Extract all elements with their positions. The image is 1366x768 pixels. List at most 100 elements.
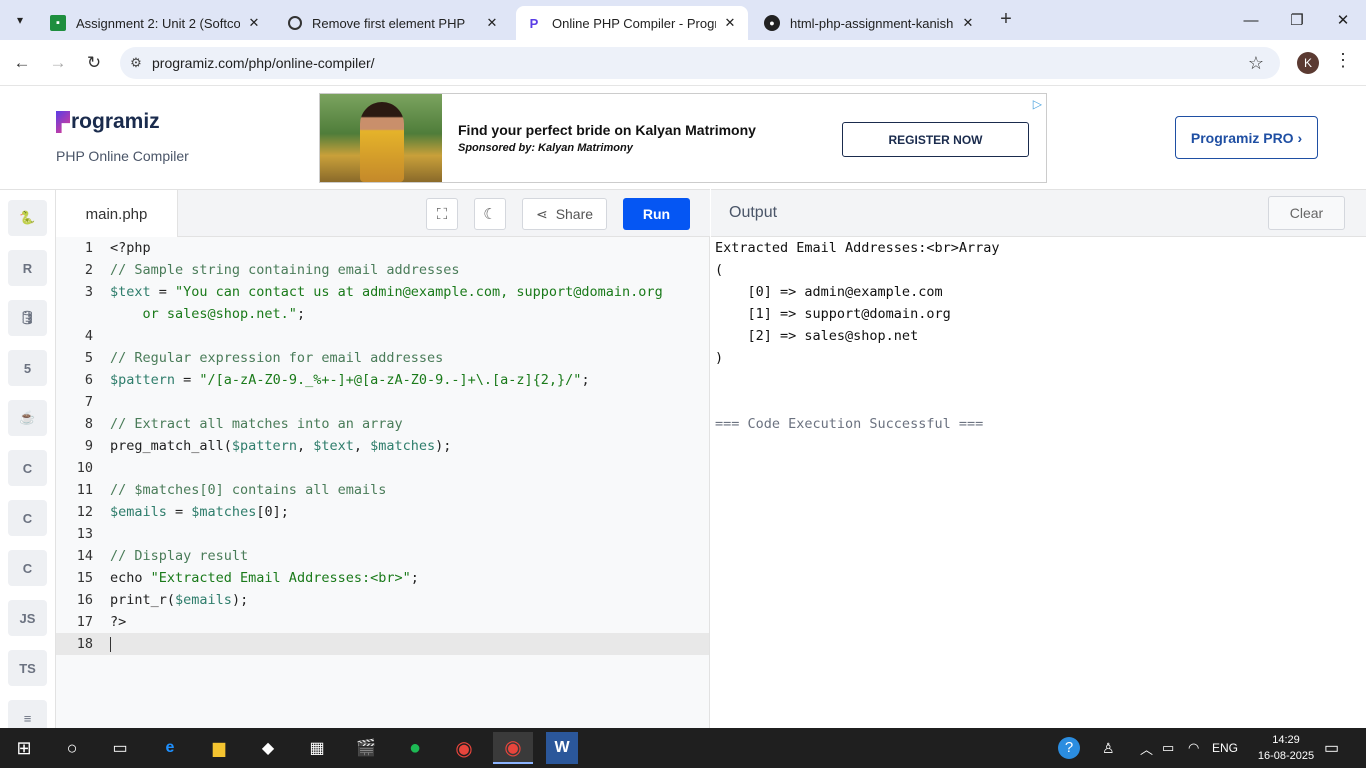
code-line[interactable]: 9 preg_match_all($pattern, $text, $matche… xyxy=(56,435,709,457)
output-title: Output xyxy=(729,204,778,221)
help-icon[interactable]: ? xyxy=(1058,728,1080,768)
programiz-logo-mark-icon xyxy=(56,111,70,133)
language-sidebar: 🐍 R 🛢 5 ☕ C C C JS TS ≡ xyxy=(0,189,56,728)
line-number: 18 xyxy=(76,636,93,652)
go-icon[interactable]: ≡ xyxy=(8,700,47,728)
java-icon[interactable]: ☕ xyxy=(8,400,47,436)
back-icon[interactable]: ← xyxy=(9,50,35,76)
code-line[interactable]: 1 <?php xyxy=(56,237,709,259)
code-line[interactable]: 10 xyxy=(56,457,709,479)
ad-headline[interactable]: Find your perfect bride on Kalyan Matrim… xyxy=(458,122,756,138)
profile-avatar[interactable]: K xyxy=(1297,52,1319,74)
system-clock[interactable]: 14:29 16-08-2025 xyxy=(1256,732,1316,764)
code-token: // Display result xyxy=(110,548,249,564)
bookmark-star-icon[interactable]: ☆ xyxy=(1248,53,1264,74)
forward-icon[interactable]: → xyxy=(45,50,71,76)
file-explorer-icon[interactable]: ▆ xyxy=(199,732,239,764)
tab-title: Assignment 2: Unit 2 (Softcopy xyxy=(76,15,240,31)
ad-image[interactable] xyxy=(320,94,442,182)
chrome-icon[interactable]: ◉ xyxy=(444,732,484,764)
clock-date: 16-08-2025 xyxy=(1257,750,1315,762)
address-bar[interactable]: ⚙ programiz.com/php/online-compiler/ ☆ xyxy=(120,47,1280,79)
run-button[interactable]: Run xyxy=(623,198,690,230)
new-tab-button[interactable]: + xyxy=(994,8,1018,32)
code-line[interactable]: 8 // Extract all matches into an array xyxy=(56,413,709,435)
text-cursor xyxy=(110,637,111,652)
video-editor-icon[interactable]: 🎬 xyxy=(346,732,386,764)
code-line[interactable]: 14 // Display result xyxy=(56,545,709,567)
code-token: ?> xyxy=(110,614,127,630)
code-line[interactable]: 15 echo "Extracted Email Addresses:<br>"; xyxy=(56,567,709,589)
code-line[interactable]: 3 $text = "You can contact us at admin@ex… xyxy=(56,281,709,303)
search-icon[interactable]: ○ xyxy=(52,732,92,764)
python-icon[interactable]: 🐍 xyxy=(8,200,47,236)
close-icon[interactable]: ✕ xyxy=(484,15,500,31)
code-line[interactable]: or sales@shop.net."; xyxy=(56,303,709,325)
clear-button[interactable]: Clear xyxy=(1268,196,1345,230)
code-line[interactable]: 16 print_r($emails); xyxy=(56,589,709,611)
word-icon[interactable]: W xyxy=(546,732,578,764)
code-line[interactable]: 5 // Regular expression for email address… xyxy=(56,347,709,369)
sql-icon[interactable]: 🛢 xyxy=(8,300,47,336)
site-info-icon[interactable]: ⚙ xyxy=(120,55,152,71)
close-window-icon[interactable]: ✕ xyxy=(1320,0,1366,40)
battery-icon[interactable]: ▭ xyxy=(1162,728,1174,768)
close-icon[interactable]: ✕ xyxy=(246,15,262,31)
url-text[interactable]: programiz.com/php/online-compiler/ xyxy=(152,55,375,71)
code-line[interactable]: 2 // Sample string containing email addre… xyxy=(56,259,709,281)
code-line[interactable]: 7 xyxy=(56,391,709,413)
code-line[interactable]: 6 $pattern = "/[a-zA-Z0-9._%+-]+@[a-zA-Z0… xyxy=(56,369,709,391)
c-icon[interactable]: C xyxy=(8,450,47,486)
notifications-icon[interactable]: ▭ xyxy=(1324,728,1339,768)
code-editor[interactable]: 1 <?php 2 // Sample string containing email… xyxy=(56,237,710,728)
tab-title: Online PHP Compiler - Program xyxy=(552,15,716,31)
code-line[interactable]: 11 // $matches[0] contains all emails xyxy=(56,479,709,501)
ad-banner[interactable]: Find your perfect bride on Kalyan Matrim… xyxy=(319,93,1047,183)
share-button[interactable]: ⋖ Share xyxy=(522,198,607,230)
ad-sponsor: Sponsored by: Kalyan Matrimony xyxy=(458,142,633,154)
chrome-active-icon[interactable]: ◉ xyxy=(493,732,533,764)
people-icon[interactable]: ♙ xyxy=(1102,728,1115,768)
show-hidden-icons-icon[interactable]: ︿ xyxy=(1140,728,1153,768)
r-icon[interactable]: R xyxy=(8,250,47,286)
typescript-icon[interactable]: TS xyxy=(8,650,47,686)
html5-icon[interactable]: 5 xyxy=(8,350,47,386)
line-number: 16 xyxy=(76,592,93,608)
windows-start-icon[interactable]: ⊞ xyxy=(4,732,44,764)
wifi-icon[interactable]: ◠ xyxy=(1188,728,1199,768)
dark-mode-icon[interactable]: ☾ xyxy=(474,198,506,230)
code-text: // $matches[0] contains all emails xyxy=(110,479,386,501)
code-line[interactable]: 17 ?> xyxy=(56,611,709,633)
restore-icon[interactable]: ❐ xyxy=(1274,0,1320,40)
csharp-icon[interactable]: C xyxy=(8,550,47,586)
spotify-icon[interactable]: ● xyxy=(395,732,435,764)
javascript-icon[interactable]: JS xyxy=(8,600,47,636)
task-view-icon[interactable]: ▭ xyxy=(100,732,140,764)
minimize-icon[interactable]: — xyxy=(1228,0,1274,40)
fullscreen-icon[interactable]: ⛶ xyxy=(426,198,458,230)
close-icon[interactable]: ✕ xyxy=(722,15,738,31)
ad-choices-icon[interactable]: ▷ xyxy=(1033,97,1042,111)
programiz-logo[interactable]: rogramiz xyxy=(56,110,160,134)
reload-icon[interactable]: ↻ xyxy=(81,50,107,76)
dropbox-icon[interactable]: ◆ xyxy=(248,732,288,764)
code-line[interactable]: 13 xyxy=(56,523,709,545)
tab-search-icon[interactable]: ▾ xyxy=(8,8,32,32)
microsoft-store-icon[interactable]: ▦ xyxy=(297,732,337,764)
browser-tab[interactable]: ● html-php-assignment-kanishka ✕ xyxy=(754,6,986,40)
edge-icon[interactable]: e xyxy=(150,732,190,764)
browser-tab[interactable]: ▪ Assignment 2: Unit 2 (Softcopy ✕ xyxy=(40,6,272,40)
more-menu-icon[interactable]: ⋮ xyxy=(1334,50,1352,71)
file-tab-main-php[interactable]: main.php xyxy=(56,190,178,238)
browser-tab-active[interactable]: P Online PHP Compiler - Program ✕ xyxy=(516,6,748,40)
language-indicator[interactable]: ENG xyxy=(1212,728,1238,768)
programiz-pro-button[interactable]: Programiz PRO › xyxy=(1175,116,1318,159)
cpp-icon[interactable]: C xyxy=(8,500,47,536)
close-icon[interactable]: ✕ xyxy=(960,15,976,31)
ad-register-button[interactable]: REGISTER NOW xyxy=(842,122,1029,157)
code-line[interactable]: 18 xyxy=(56,633,709,655)
code-line[interactable]: 4 xyxy=(56,325,709,347)
browser-tab[interactable]: Remove first element PHP ✕ xyxy=(278,6,510,40)
line-number: 2 xyxy=(84,262,93,278)
code-line[interactable]: 12 $emails = $matches[0]; xyxy=(56,501,709,523)
